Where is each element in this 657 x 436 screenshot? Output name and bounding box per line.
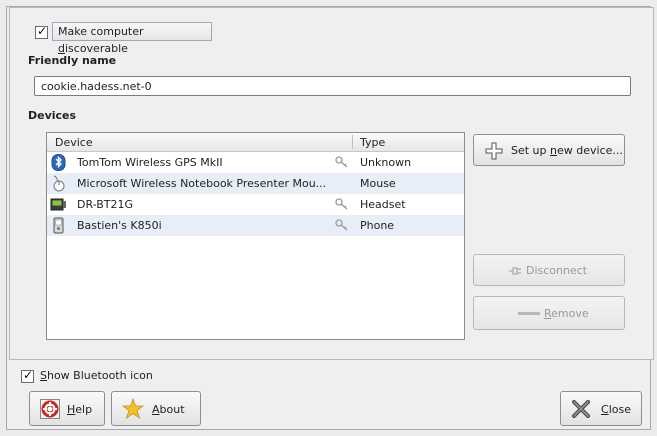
- table-row[interactable]: Microsoft Wireless Notebook Presenter Mo…: [47, 173, 464, 194]
- bluetooth-icon: [51, 154, 66, 171]
- device-type: Headset: [360, 198, 406, 211]
- device-type: Mouse: [360, 177, 396, 190]
- help-button[interactable]: Help: [29, 391, 105, 426]
- discoverable-checkbox[interactable]: ✓: [35, 24, 48, 39]
- remove-label: Remove: [544, 307, 589, 320]
- table-row[interactable]: TomTom Wireless GPS MkII Unknown: [47, 152, 464, 173]
- help-label: Help: [67, 403, 93, 416]
- key-icon: [335, 219, 348, 231]
- table-header: Device Type: [47, 133, 464, 152]
- discoverable-label-text: Make computer: [58, 25, 144, 38]
- close-label: Close: [601, 403, 631, 416]
- add-icon: [485, 142, 503, 160]
- disconnect-label: Disconnect: [526, 264, 588, 277]
- devices-title: Devices: [28, 109, 77, 122]
- check-mark-icon: ✓: [37, 24, 48, 38]
- help-lifebuoy-icon: [40, 399, 60, 419]
- mouse-icon: [53, 175, 65, 192]
- show-bluetooth-icon-checkbox[interactable]: ✓: [21, 368, 34, 383]
- close-button[interactable]: Close: [560, 391, 642, 426]
- table-row[interactable]: DR-BT21G Headset: [47, 194, 464, 215]
- device-name: TomTom Wireless GPS MkII: [77, 156, 223, 169]
- headset-device-icon: [50, 198, 66, 211]
- key-icon: [335, 156, 348, 168]
- about-label: About: [152, 403, 185, 416]
- remove-icon: [518, 312, 540, 315]
- disconnect-plug-icon: [509, 267, 521, 275]
- device-name: Microsoft Wireless Notebook Presenter Mo…: [77, 177, 327, 190]
- remove-button[interactable]: Remove: [473, 296, 625, 330]
- friendly-name-input[interactable]: [34, 76, 631, 96]
- discoverable-label[interactable]: Make computer discoverable: [52, 22, 212, 55]
- device-type: Phone: [360, 219, 395, 232]
- table-row[interactable]: Bastien's K850i Phone: [47, 215, 464, 236]
- close-icon: [572, 400, 590, 418]
- about-button[interactable]: About: [111, 391, 201, 426]
- device-name: Bastien's K850i: [77, 219, 162, 232]
- friendly-name-title: Friendly name: [28, 54, 117, 67]
- device-name: DR-BT21G: [77, 198, 134, 211]
- column-header-device[interactable]: Device: [55, 136, 93, 149]
- setup-new-device-button[interactable]: Set up new device...: [473, 134, 625, 166]
- device-type: Unknown: [360, 156, 412, 169]
- about-star-icon: [122, 398, 144, 420]
- column-separator: [352, 135, 353, 149]
- column-header-type[interactable]: Type: [360, 136, 385, 149]
- key-icon: [335, 198, 348, 210]
- devices-table[interactable]: Device Type TomTom Wireless GPS MkII Unk…: [46, 132, 465, 340]
- check-mark-icon: ✓: [23, 368, 34, 382]
- show-bluetooth-icon-label[interactable]: Show Bluetooth icon: [40, 369, 153, 382]
- setup-new-device-label: Set up new device...: [511, 144, 623, 157]
- phone-icon: [53, 217, 64, 234]
- disconnect-button[interactable]: Disconnect: [473, 254, 625, 286]
